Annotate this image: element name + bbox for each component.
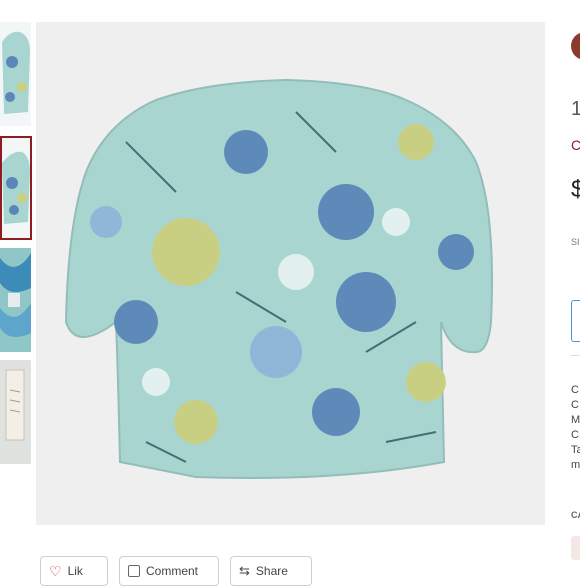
product-details-panel: 1 C $ SI C C M C Ta m CA: [560, 0, 580, 580]
description-line: Ta: [571, 444, 580, 456]
main-product-image: [36, 22, 545, 525]
description-line: C: [571, 429, 579, 441]
share-button[interactable]: ⇆ Share: [230, 556, 312, 586]
thumbnail-3[interactable]: [0, 248, 31, 352]
category-chip[interactable]: [571, 536, 580, 560]
like-button[interactable]: ♡ Lik: [40, 556, 108, 586]
divider: [571, 355, 580, 356]
thumbnail-1[interactable]: [0, 22, 31, 126]
like-label: Lik: [67, 564, 83, 578]
description-line: m: [571, 459, 580, 471]
comment-button[interactable]: Comment: [119, 556, 219, 586]
comment-icon: [128, 565, 140, 577]
category-label: CA: [571, 510, 580, 520]
description: C C M C Ta m: [571, 383, 580, 473]
seller-avatar[interactable]: [571, 32, 580, 60]
heart-icon: ♡: [49, 562, 62, 579]
thumbnail-4[interactable]: [0, 360, 31, 464]
listing-title: 1: [571, 98, 580, 120]
share-icon: ⇆: [239, 563, 250, 578]
price: $: [571, 176, 580, 203]
size-label: SI: [571, 237, 580, 247]
description-line: M: [571, 414, 580, 426]
description-line: C: [571, 384, 579, 396]
comment-label: Comment: [146, 564, 199, 578]
buy-button[interactable]: [571, 300, 580, 342]
thumbnail-2-selected[interactable]: [0, 136, 32, 240]
description-line: C: [571, 399, 579, 411]
brand-link[interactable]: C: [571, 137, 580, 153]
share-label: Share: [255, 564, 288, 578]
